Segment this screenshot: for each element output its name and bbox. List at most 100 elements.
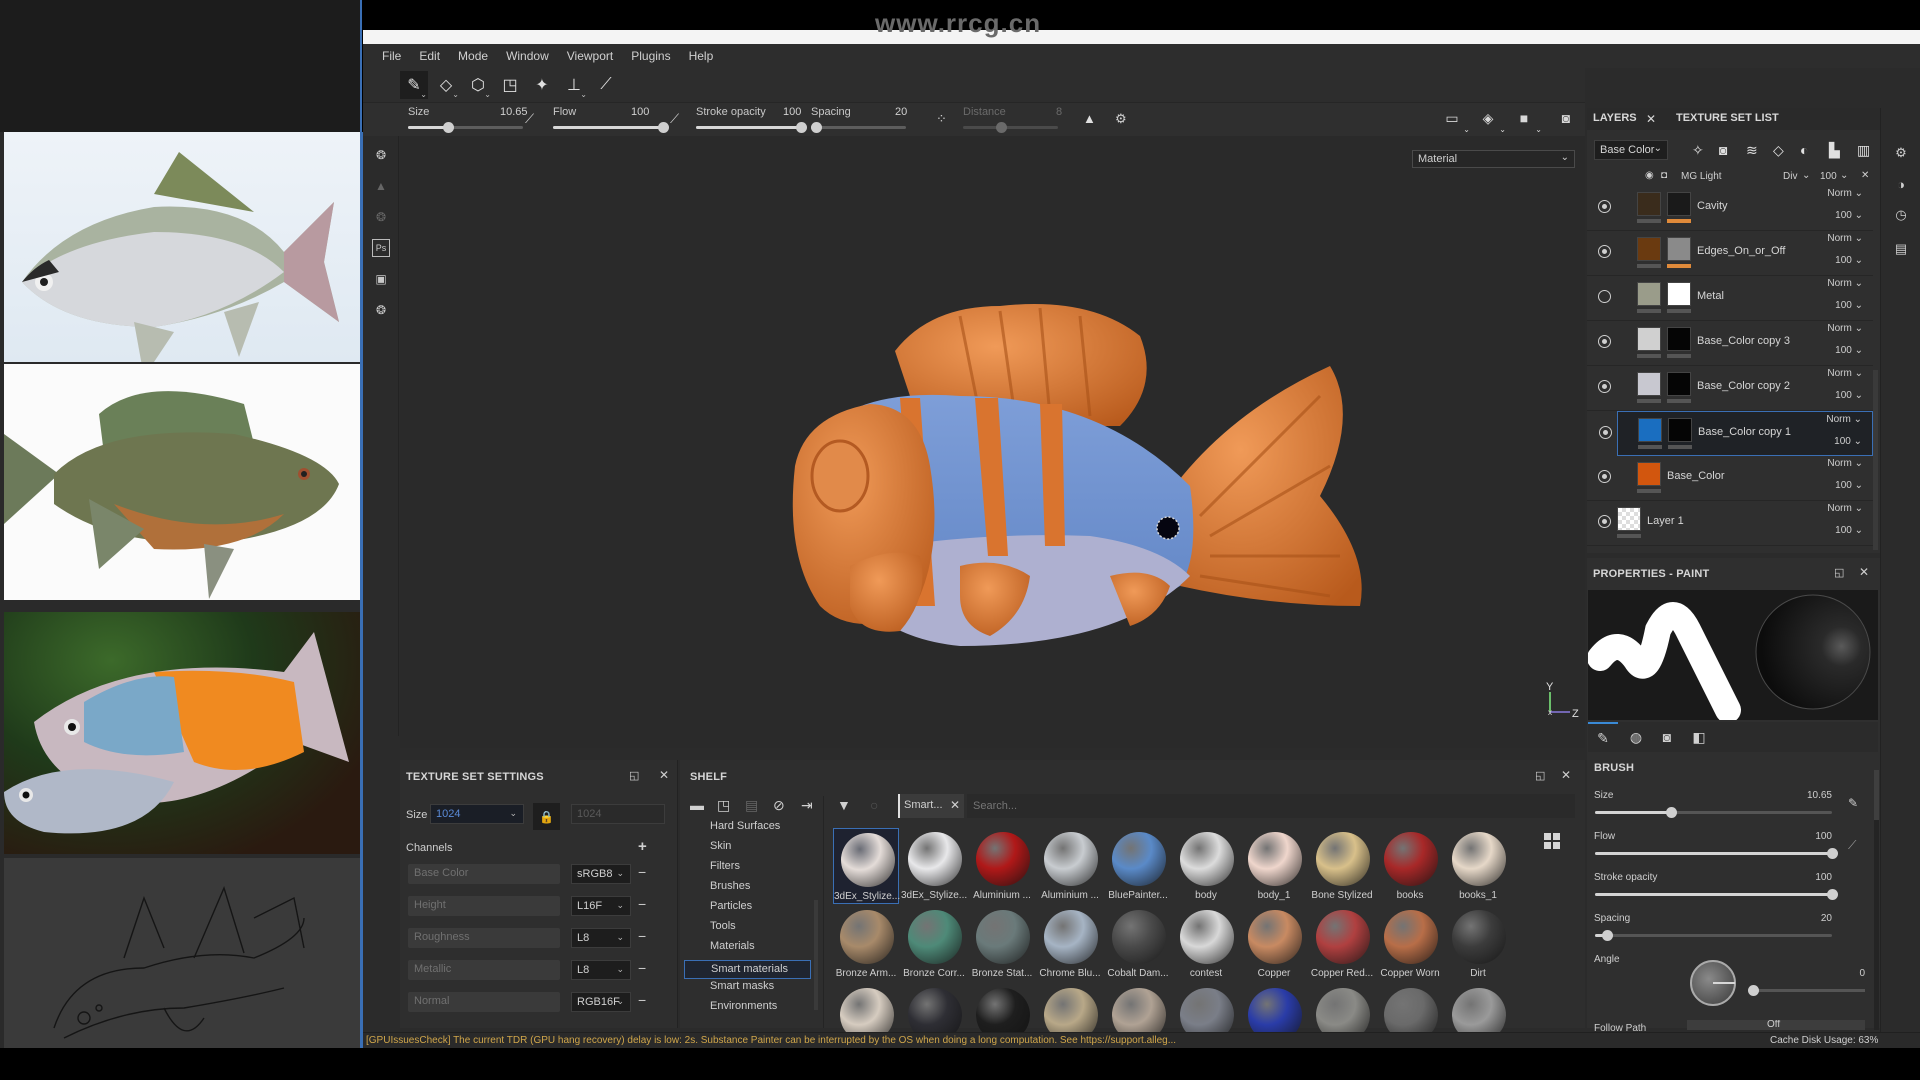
flow-pressure-icon[interactable]: ⟋ xyxy=(1848,838,1856,853)
material-thumbnail[interactable]: Bone Stylized xyxy=(1309,828,1375,904)
hide-icon[interactable]: ⊘ xyxy=(773,797,785,814)
layer-mask-thumbnail[interactable] xyxy=(1667,327,1691,351)
flow-value[interactable]: 100 xyxy=(631,106,649,118)
material-thumbnail[interactable]: Bronze Corr... xyxy=(901,906,967,982)
visibility-toggle-icon[interactable] xyxy=(1598,200,1611,213)
layer-row[interactable]: Base_Color copy 3 Norm ⌄ 100 ⌄ xyxy=(1587,321,1873,366)
layers-scrollbar[interactable] xyxy=(1873,370,1878,550)
opacity-value[interactable]: 100 xyxy=(1820,171,1837,182)
resources-updater-icon[interactable]: ▣ xyxy=(372,270,390,288)
material-thumbnail[interactable]: Copper Worn xyxy=(1377,906,1443,982)
add-paint-layer-icon[interactable]: ◇ xyxy=(1773,142,1784,159)
blend-mode-select[interactable]: Div xyxy=(1783,171,1797,182)
material-thumbnail[interactable]: body_1 xyxy=(1241,828,1307,904)
material-thumbnail[interactable]: Aluminium ... xyxy=(1037,828,1103,904)
float-panel-icon[interactable]: ◱ xyxy=(1834,566,1844,579)
material-thumbnail[interactable] xyxy=(1105,984,1171,1060)
layer-mask-thumbnail[interactable] xyxy=(1668,418,1692,442)
opacity-select[interactable]: 100 ⌄ xyxy=(1835,390,1863,401)
shader-settings-icon[interactable]: ◑ xyxy=(1892,175,1910,193)
spacing-value[interactable]: 20 xyxy=(895,106,907,118)
opacity-select[interactable]: 100 ⌄ xyxy=(1835,300,1863,311)
add-channel-button[interactable]: + xyxy=(638,838,647,855)
3d-viewport[interactable] xyxy=(400,136,1585,748)
pen-pressure-icon[interactable]: ⟋ xyxy=(525,111,534,127)
display-mode-toggle[interactable]: ◈ ⌄ xyxy=(1476,108,1506,135)
opacity-select[interactable]: 100 ⌄ xyxy=(1835,480,1863,491)
shelf-category-item[interactable]: Smart materials xyxy=(684,960,811,979)
projection-tool-button[interactable]: ⬡ ⌄ xyxy=(464,71,492,99)
blend-mode-select[interactable]: Norm ⌄ xyxy=(1827,188,1863,199)
pen-pressure-icon[interactable]: ✎ xyxy=(1848,796,1858,810)
lock-aspect-button[interactable]: 🔒 xyxy=(533,803,560,830)
blend-mode-select[interactable]: Norm ⌄ xyxy=(1827,368,1863,379)
material-thumbnail[interactable]: Copper xyxy=(1241,906,1307,982)
material-thumbnail[interactable]: 3dEx_Stylize... xyxy=(833,828,900,904)
flow-value[interactable]: 100 xyxy=(1772,831,1832,842)
opacity-select[interactable]: 100 ⌄ xyxy=(1835,345,1863,356)
tab-layers[interactable]: LAYERS xyxy=(1593,112,1637,124)
lazy-mouse-icon[interactable]: ⁘ xyxy=(936,111,947,127)
paint-tool-button[interactable]: ✎ ⌄ xyxy=(400,71,428,99)
clone-tool-button[interactable]: ⊥ ⌄ xyxy=(560,71,588,99)
material-thumbnail[interactable]: Bronze Arm... xyxy=(833,906,899,982)
blend-mode-select[interactable]: Norm ⌄ xyxy=(1827,278,1863,289)
float-panel-icon[interactable]: ◱ xyxy=(629,769,639,782)
add-folder-icon[interactable]: ▙ xyxy=(1829,142,1840,159)
layer-mask-thumbnail[interactable] xyxy=(1667,237,1691,261)
visibility-toggle-icon[interactable] xyxy=(1598,290,1611,303)
shelf-category-item[interactable]: Filters xyxy=(710,860,740,872)
tab-texture-set-list[interactable]: TEXTURE SET LIST xyxy=(1676,112,1779,124)
screenshot-button[interactable]: ◙ xyxy=(1554,108,1578,128)
perspective-toggle[interactable]: ▭ ⌄ xyxy=(1440,108,1470,135)
blend-mode-select[interactable]: Norm ⌄ xyxy=(1826,414,1862,425)
import-icon[interactable]: ⇥ xyxy=(801,797,813,814)
channel-format-select[interactable]: L8 ⌄ xyxy=(571,928,631,948)
close-icon[interactable]: ✕ xyxy=(1561,768,1571,782)
photoshop-icon[interactable]: Ps xyxy=(372,239,390,257)
opacity-select[interactable]: 100 ⌄ xyxy=(1835,210,1863,221)
layer-row[interactable]: Layer 1 Norm ⌄ 100 ⌄ xyxy=(1587,501,1873,546)
opacity-select[interactable]: 100 ⌄ xyxy=(1835,525,1863,536)
material-thumbnail[interactable] xyxy=(1377,984,1443,1060)
remove-channel-button[interactable]: − xyxy=(638,992,646,1008)
status-message[interactable]: [GPUIssuesCheck] The current TDR (GPU ha… xyxy=(366,1035,1176,1046)
material-thumbnail[interactable] xyxy=(833,984,899,1060)
layer-mask-thumbnail[interactable] xyxy=(1667,372,1691,396)
channel-format-select[interactable]: sRGB8 ⌄ xyxy=(571,864,631,884)
channel-format-select[interactable]: L8 ⌄ xyxy=(571,960,631,980)
visibility-toggle-icon[interactable] xyxy=(1598,515,1611,528)
flow-slider-handle[interactable] xyxy=(1827,848,1838,859)
layer-row[interactable]: Base_Color copy 1 Norm ⌄ 100 ⌄ xyxy=(1599,411,1873,456)
visibility-toggle-icon[interactable] xyxy=(1598,380,1611,393)
shelf-search-input[interactable] xyxy=(967,794,1575,818)
material-thumbnail[interactable] xyxy=(1037,984,1103,1060)
shelf-category-item[interactable]: Materials xyxy=(710,940,755,952)
material-thumbnail[interactable]: books xyxy=(1377,828,1443,904)
remove-channel-button[interactable]: − xyxy=(638,960,646,976)
close-icon[interactable]: ✕ xyxy=(950,798,960,812)
eraser-tool-button[interactable]: ◇ ⌄ xyxy=(432,71,460,99)
material-thumbnail[interactable]: Aluminium ... xyxy=(969,828,1035,904)
close-icon[interactable]: ✕ xyxy=(1861,170,1869,181)
stroke-opacity-slider-handle[interactable] xyxy=(1827,889,1838,900)
substance-source-icon[interactable]: ❂ xyxy=(372,208,390,226)
shelf-category-item[interactable]: Smart masks xyxy=(710,980,774,992)
shelf-category-item[interactable]: Skin xyxy=(710,840,731,852)
angle-value[interactable]: 0 xyxy=(1805,968,1865,979)
menu-help[interactable]: Help xyxy=(680,49,723,63)
polygon-fill-tool-button[interactable]: ◳ xyxy=(496,71,524,99)
shelf-category-item[interactable]: Particles xyxy=(710,900,752,912)
blend-mode-select[interactable]: Norm ⌄ xyxy=(1827,458,1863,469)
layer-row[interactable]: Cavity Norm ⌄ 100 ⌄ xyxy=(1587,186,1873,231)
add-mask-generator-icon[interactable]: ◐ xyxy=(1800,142,1808,158)
spacing-slider-handle[interactable] xyxy=(810,122,822,133)
blend-mode-select[interactable]: Norm ⌄ xyxy=(1827,503,1863,514)
menu-window[interactable]: Window xyxy=(497,49,558,63)
shelf-category-item[interactable]: Brushes xyxy=(710,880,750,892)
material-thumbnail[interactable] xyxy=(1241,984,1307,1060)
stroke-opacity-value[interactable]: 100 xyxy=(783,106,801,118)
menu-file[interactable]: File xyxy=(373,49,410,63)
angle-dial[interactable] xyxy=(1690,960,1736,1006)
viewport-display-mode-select[interactable]: Material ⌄ xyxy=(1412,150,1575,168)
